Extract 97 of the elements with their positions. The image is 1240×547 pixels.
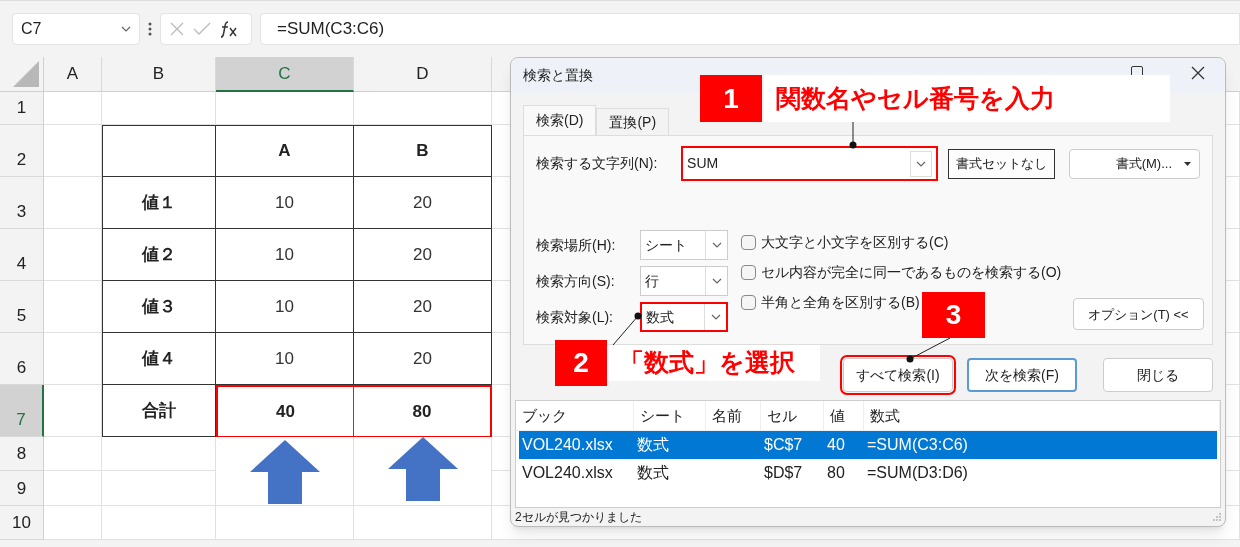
checkbox-label: 大文字と小文字を区別する(C)	[761, 232, 949, 252]
row-header[interactable]: 4	[0, 229, 44, 281]
result-cell: 80	[827, 464, 845, 482]
up-arrow-icon	[249, 440, 320, 504]
window-title: 検索と置換	[523, 66, 593, 86]
resize-grip-icon[interactable]	[1213, 513, 1221, 521]
sheet-cell[interactable]: 20	[354, 229, 492, 281]
field-label: 検索対象(L):	[536, 307, 614, 327]
sheet-cell[interactable]: 20	[354, 281, 492, 333]
sheet-cell[interactable]: 値１	[102, 177, 216, 229]
maximize-icon[interactable]	[1131, 66, 1143, 75]
dropdown-field[interactable]: シート	[640, 230, 728, 261]
checkbox-label: セル内容が完全に同一であるものを検索する(O)	[761, 262, 1062, 282]
sheet-cell[interactable]: 10	[216, 177, 354, 229]
dialog-tab[interactable]: 検索(D)	[523, 105, 597, 136]
column-header[interactable]: C	[216, 57, 354, 92]
dropdown-field[interactable]: 数式	[640, 302, 728, 333]
column-header[interactable]: A	[44, 57, 102, 92]
result-cell: =SUM(C3:C6)	[867, 436, 968, 454]
column-header[interactable]: B	[102, 57, 216, 92]
sheet-cell[interactable]: 値３	[102, 281, 216, 333]
chevron-down-icon	[121, 26, 131, 32]
result-row[interactable]: VOL240.xlsx 数式 $C$7 40 =SUM(C3:C6)	[519, 431, 1217, 460]
callout-text: 「数式」を選択	[607, 345, 820, 381]
chevron-down-icon	[710, 314, 721, 321]
step-number: 2	[555, 340, 607, 386]
up-arrow-icon	[387, 437, 458, 501]
row-header[interactable]: 5	[0, 281, 44, 333]
dialog-button[interactable]: 次を検索(F)	[967, 358, 1077, 393]
check-icon[interactable]	[193, 22, 211, 36]
result-cell: VOL240.xlsx	[522, 436, 613, 454]
step-number: 3	[922, 292, 985, 338]
result-cell: $C$7	[764, 436, 803, 454]
sheet-cell[interactable]: B	[354, 125, 492, 177]
dialog-button[interactable]: 閉じる	[1103, 358, 1213, 393]
result-row[interactable]: VOL240.xlsx 数式 $D$7 80 =SUM(D3:D6)	[519, 459, 1217, 488]
function-icon[interactable]	[219, 20, 239, 38]
row-header[interactable]: 7	[0, 385, 44, 437]
sheet-cell[interactable]: 10	[216, 229, 354, 281]
result-cell: =SUM(D3:D6)	[867, 464, 968, 482]
sheet-cell[interactable]: 10	[216, 333, 354, 385]
row-header[interactable]: 2	[0, 125, 44, 177]
sheet-cell[interactable]: 40	[216, 385, 354, 437]
sheet-cell[interactable]	[102, 125, 216, 177]
sheet-cell[interactable]: 20	[354, 333, 492, 385]
sheet-cell[interactable]: 80	[354, 385, 492, 437]
row-header[interactable]: 10	[0, 506, 44, 540]
row-header[interactable]: 9	[0, 471, 44, 506]
result-cell: VOL240.xlsx	[522, 464, 613, 482]
row-header[interactable]: 3	[0, 177, 44, 229]
select-all-icon[interactable]	[13, 61, 39, 87]
sheet-cell[interactable]: 20	[354, 177, 492, 229]
result-cell: 数式	[637, 436, 669, 454]
result-cell: 40	[827, 436, 845, 454]
checkbox[interactable]	[741, 294, 756, 310]
sheet-cell[interactable]: A	[216, 125, 354, 177]
row-header[interactable]: 8	[0, 437, 44, 471]
sheet-cell[interactable]: 合計	[102, 385, 216, 437]
cancel-icon[interactable]	[169, 21, 185, 37]
results-column-header[interactable]: シート	[634, 401, 706, 431]
chevron-down-icon	[711, 242, 722, 249]
checkbox-label: 半角と全角を区別する(B)	[761, 292, 920, 312]
dialog-tab[interactable]: 置換(P)	[596, 108, 670, 136]
results-column-header[interactable]: 値	[824, 401, 864, 431]
row-header[interactable]: 1	[0, 92, 44, 125]
results-column-header[interactable]: セル	[761, 401, 824, 431]
more-icon	[148, 22, 152, 36]
name-box[interactable]: C7	[12, 13, 140, 45]
status-text: 2セルが見つかりました	[515, 509, 642, 526]
step-number: 1	[700, 75, 762, 122]
callout-text: 関数名やセル番号を入力	[764, 75, 1170, 122]
dropdown-field[interactable]: 行	[640, 266, 728, 297]
sheet-cell[interactable]: 値４	[102, 333, 216, 385]
sheet-cell[interactable]: 10	[216, 281, 354, 333]
options-button[interactable]: オプション(T) <<	[1073, 298, 1204, 331]
field-label: 検索する文字列(N):	[536, 154, 659, 174]
checkbox[interactable]	[741, 234, 756, 250]
field-label: 検索場所(H):	[536, 235, 617, 255]
results-column-header[interactable]: ブック	[516, 401, 634, 431]
result-cell: 数式	[637, 464, 669, 482]
checkbox[interactable]	[741, 264, 756, 280]
column-header[interactable]: D	[354, 57, 492, 92]
results-column-header[interactable]: 名前	[706, 401, 761, 431]
field-label: 検索方向(S):	[536, 271, 616, 291]
close-icon[interactable]	[1191, 66, 1205, 80]
row-header[interactable]: 6	[0, 333, 44, 385]
search-field[interactable]: SUM	[681, 146, 939, 182]
dialog-button[interactable]: すべて検索(I)	[843, 358, 953, 393]
chevron-down-icon	[711, 278, 722, 285]
chevron-down-icon	[916, 160, 927, 167]
results-column-header[interactable]: 数式	[864, 401, 1220, 431]
sheet-cell[interactable]: 値２	[102, 229, 216, 281]
formula-field[interactable]: =SUM(C3:C6)	[260, 13, 1240, 45]
caret-icon	[1184, 161, 1191, 166]
no-format-button[interactable]: 書式セットなし	[948, 148, 1055, 179]
result-cell: $D$7	[764, 464, 803, 482]
format-button[interactable]: 書式(M)...	[1068, 148, 1200, 179]
